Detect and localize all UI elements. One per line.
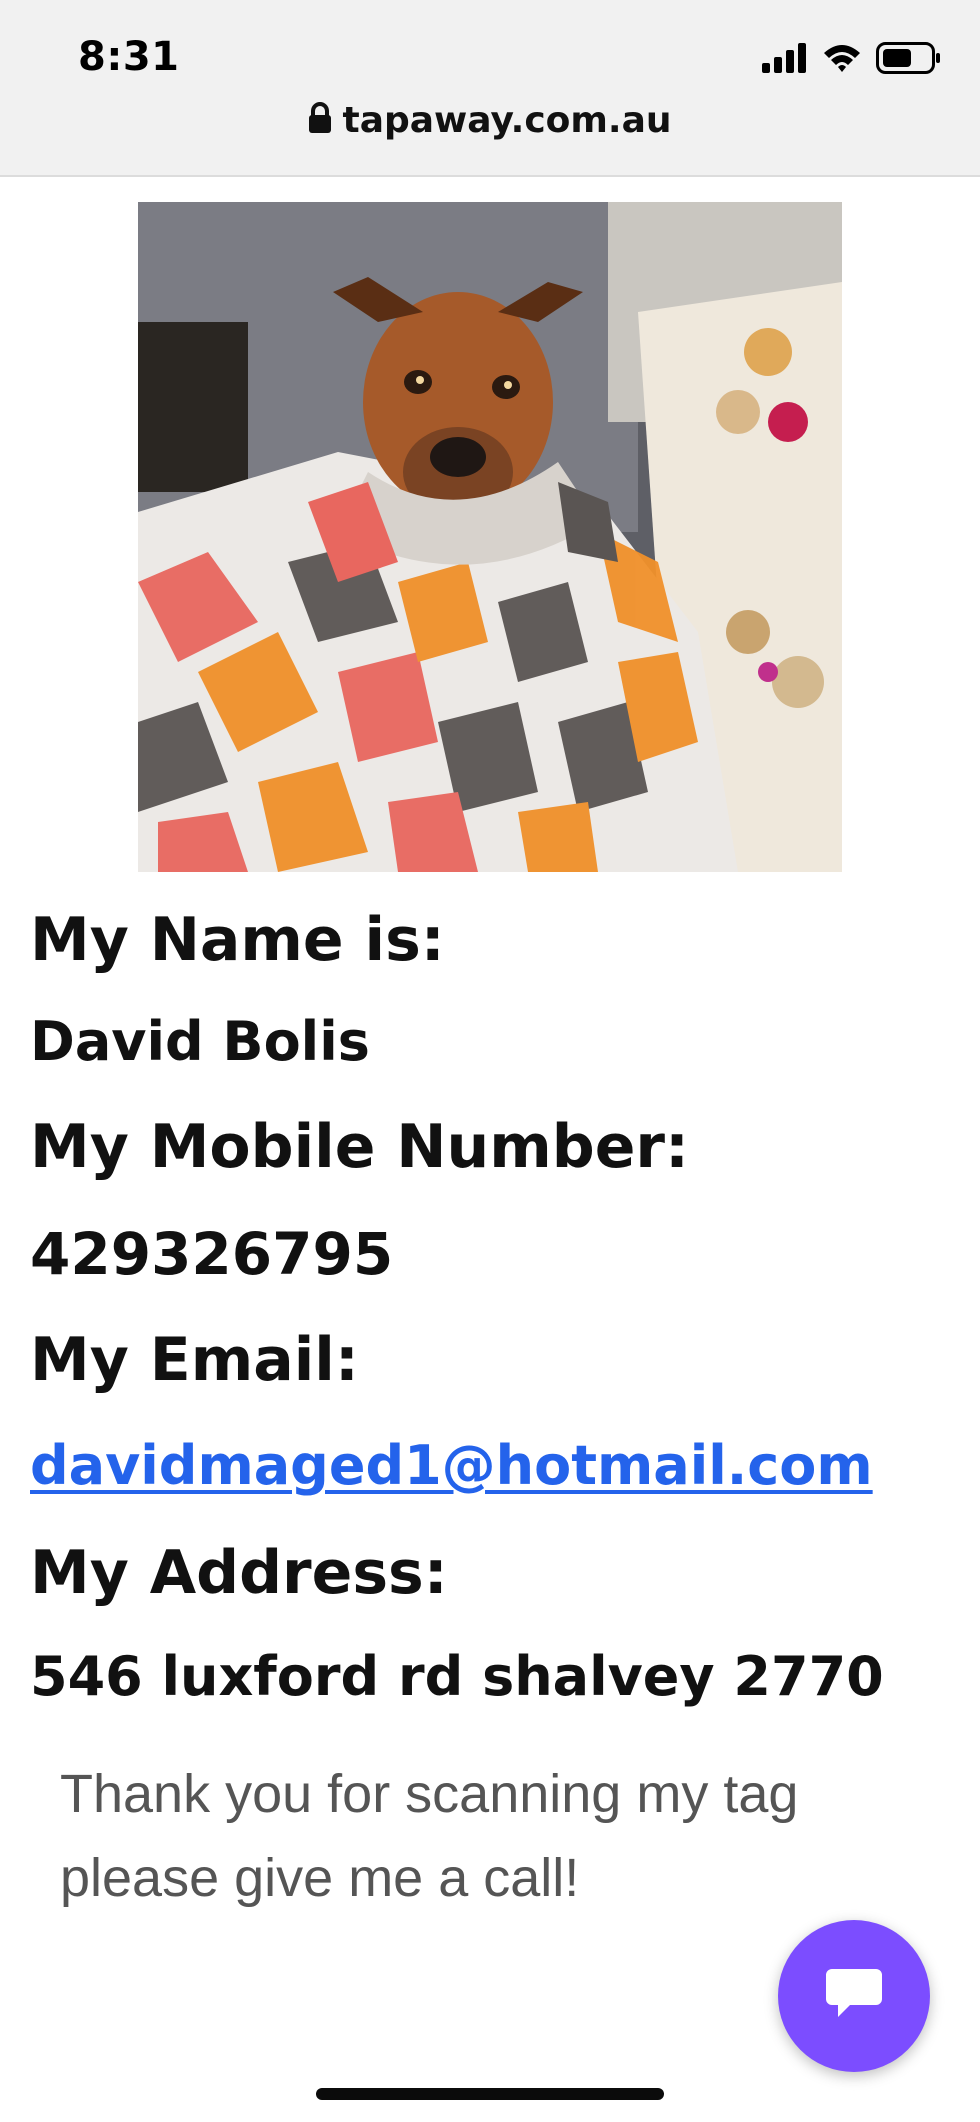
home-indicator[interactable] [316,2088,664,2100]
email-value: davidmaged1@hotmail.com [30,1434,873,1497]
url-text: tapaway.com.au [342,100,672,141]
thank-you-line-2: please give me a call! [60,1848,580,1908]
name-label: My Name is: [30,905,445,975]
name-value: David Bolis [30,1010,370,1073]
browser-top-bar: 8:31 tapaway.com.au [0,0,980,177]
mobile-value[interactable]: 429326795 [30,1220,393,1288]
chat-bubble-icon [826,1967,882,2025]
wifi-icon [822,43,862,77]
screen: 8:31 tapaway.com.au My Name is: David Bo… [0,0,980,2122]
email-label: My Email: [30,1325,359,1395]
mobile-label: My Mobile Number: [30,1112,689,1182]
thank-you-message: Thank you for scanning my tag please giv… [60,1752,880,1920]
address-bar[interactable]: tapaway.com.au [0,100,980,143]
thank-you-line-1: Thank you for scanning my tag [60,1764,799,1824]
status-icons [762,42,942,78]
signal-icon [762,43,808,77]
address-value: 546 luxford rd shalvey 2770 [30,1645,884,1708]
address-label: My Address: [30,1538,448,1608]
lock-icon [308,102,332,143]
status-time: 8:31 [78,34,180,80]
email-link[interactable]: davidmaged1@hotmail.com [30,1434,873,1497]
chat-button[interactable] [778,1920,930,2072]
pet-photo [138,202,842,872]
battery-icon [876,42,942,78]
